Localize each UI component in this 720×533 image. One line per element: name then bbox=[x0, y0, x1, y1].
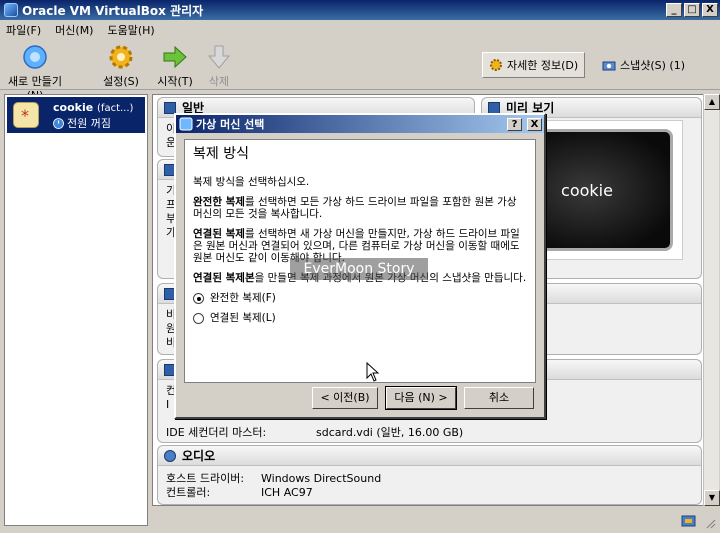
audio-value: Windows DirectSound bbox=[261, 472, 382, 485]
full-clone-radio-label: 완전한 복제(F) bbox=[210, 292, 276, 304]
audio-key: 호스트 드라이버: bbox=[166, 472, 245, 485]
resize-grip-icon[interactable] bbox=[704, 517, 716, 529]
dialog-help-button[interactable]: ? bbox=[507, 117, 522, 131]
dialog-intro: 복제 방식을 선택하십시오. bbox=[193, 176, 310, 188]
radio-unselected-icon bbox=[193, 312, 204, 324]
audio-section: 오디오 호스트 드라이버: Windows DirectSound 컨트롤러: … bbox=[157, 445, 702, 505]
details-scrollbar[interactable]: ▲ ▼ bbox=[703, 94, 720, 506]
linked-clone-radio[interactable]: 연결된 복제(L) bbox=[193, 312, 527, 324]
vm-list: * cookie (fact...) 전원 꺼짐 bbox=[4, 94, 148, 526]
new-vm-icon bbox=[23, 45, 47, 69]
dialog-heading: 복제 방식 bbox=[193, 146, 249, 162]
audio-header[interactable]: 오디오 bbox=[158, 446, 701, 466]
status-bar bbox=[0, 510, 720, 533]
virtualbox-icon bbox=[4, 3, 18, 17]
linked-clone-radio-label: 연결된 복제(L) bbox=[210, 312, 276, 324]
menu-bar: 파일(F) 머신(M) 도움말(H) bbox=[0, 20, 720, 40]
close-button[interactable]: X bbox=[702, 3, 718, 17]
vm-list-item[interactable]: * cookie (fact...) 전원 꺼짐 bbox=[7, 97, 145, 133]
menu-file[interactable]: 파일(F) bbox=[6, 22, 41, 38]
title-bar: Oracle VM VirtualBox 관리자 _ □ X bbox=[0, 0, 720, 20]
general-icon bbox=[164, 101, 176, 114]
audio-title: 오디오 bbox=[182, 449, 216, 463]
scroll-up-arrow[interactable]: ▲ bbox=[704, 94, 720, 110]
vm-os-icon: * bbox=[13, 102, 39, 128]
back-button[interactable]: < 이전(B) bbox=[312, 387, 378, 409]
status-vm-icon bbox=[681, 515, 696, 527]
scroll-down-arrow[interactable]: ▼ bbox=[704, 490, 720, 506]
maximize-button[interactable]: □ bbox=[684, 3, 700, 17]
vm-name: cookie (fact...) bbox=[53, 101, 133, 114]
window-title: Oracle VM VirtualBox 관리자 bbox=[22, 3, 204, 18]
minimize-button[interactable]: _ bbox=[666, 3, 682, 17]
mouse-cursor-icon bbox=[366, 362, 380, 382]
radio-selected-icon bbox=[193, 292, 204, 304]
vm-state-text: 전원 꺼짐 bbox=[67, 117, 111, 130]
snapshot-term: 연결된 복제본 bbox=[193, 272, 255, 284]
vm-state: 전원 꺼짐 bbox=[53, 115, 111, 131]
vm-name-text: cookie bbox=[53, 101, 94, 114]
audio-key: 컨트롤러: bbox=[166, 486, 211, 499]
tab-snapshots[interactable]: 스냅샷(S) (1) bbox=[596, 52, 691, 78]
tab-details[interactable]: 자세한 정보(D) bbox=[482, 52, 586, 78]
toolbar: 새로 만들기(N) 설정(S) 시작(T) 삭제 자세한 정보(D) 스냅샷(S… bbox=[0, 40, 720, 102]
linked-clone-term: 연결된 복제 bbox=[193, 228, 245, 240]
delete-arrow-icon bbox=[207, 45, 231, 69]
full-clone-desc: 완전한 복제를 선택하면 모든 가상 하드 드라이브 파일을 포함한 원본 가상… bbox=[193, 196, 527, 220]
gear-icon bbox=[109, 45, 133, 69]
dialog-app-icon bbox=[179, 117, 193, 131]
full-clone-term: 완전한 복제 bbox=[193, 196, 245, 208]
watermark: EverMoon Story bbox=[290, 258, 428, 280]
preview-icon bbox=[488, 101, 500, 114]
vm-name-suffix: (fact...) bbox=[97, 103, 134, 114]
dialog-close-button[interactable]: X bbox=[527, 117, 542, 131]
svg-text:*: * bbox=[21, 106, 29, 125]
storage-value: sdcard.vdi (일반, 16.00 GB) bbox=[316, 426, 464, 439]
power-off-icon bbox=[53, 117, 64, 129]
next-button[interactable]: 다음 (N) > bbox=[385, 386, 457, 410]
dialog-title-bar: 가상 머신 선택 ? X bbox=[176, 115, 544, 133]
dialog-title: 가상 머신 선택 bbox=[196, 118, 265, 131]
full-clone-radio[interactable]: 완전한 복제(F) bbox=[193, 292, 527, 304]
settings-button-label: 설정(S) bbox=[103, 75, 139, 88]
tab-snapshots-label: 스냅샷(S) (1) bbox=[620, 59, 686, 72]
storage-key: IDE 세컨더리 마스터: bbox=[166, 426, 267, 439]
audio-value: ICH AC97 bbox=[261, 486, 313, 499]
details-gear-icon bbox=[490, 59, 502, 71]
camera-icon bbox=[602, 61, 616, 71]
preview-text: cookie bbox=[561, 180, 613, 200]
delete-button[interactable]: 삭제 bbox=[184, 44, 254, 89]
menu-machine[interactable]: 머신(M) bbox=[55, 22, 93, 38]
speaker-icon bbox=[164, 449, 176, 462]
cancel-button[interactable]: 취소 bbox=[464, 387, 534, 409]
menu-help[interactable]: 도움말(H) bbox=[107, 22, 154, 38]
tab-details-label: 자세한 정보(D) bbox=[507, 59, 579, 72]
delete-button-label: 삭제 bbox=[208, 75, 230, 88]
